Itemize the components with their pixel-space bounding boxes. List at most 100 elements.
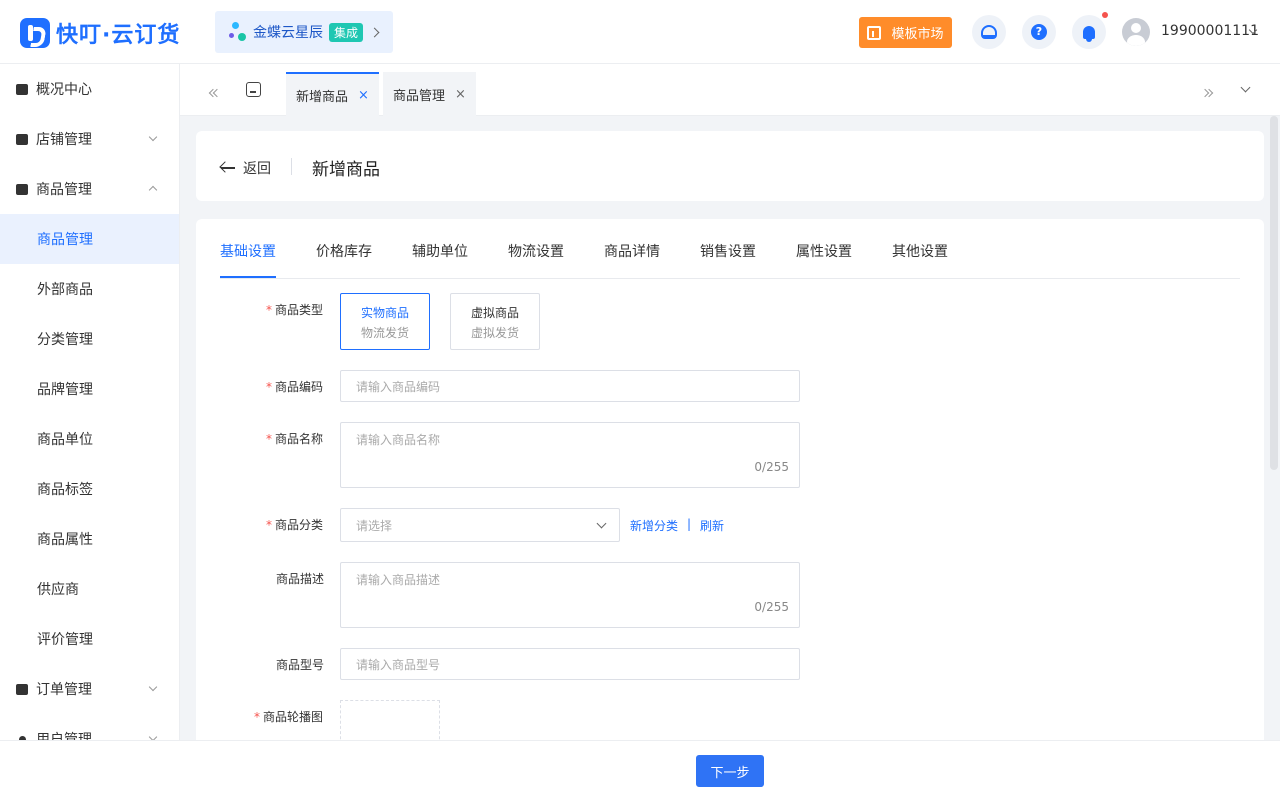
double-chevron-right-icon[interactable] <box>1200 85 1214 100</box>
sidebar-item-product-management[interactable]: 商品管理 <box>0 214 179 264</box>
form-footer: 下一步 <box>0 740 1280 800</box>
tab-logistics[interactable]: 物流设置 <box>508 241 564 261</box>
sidebar-item-reviews[interactable]: 评价管理 <box>0 614 179 664</box>
back-button[interactable]: 返回 <box>221 158 271 178</box>
clipboard-icon <box>16 683 28 695</box>
char-counter: 0/255 <box>754 460 789 474</box>
type-option-sub: 物流发货 <box>360 326 409 340</box>
sidebar-group-overview[interactable]: 概况中心 <box>0 64 179 114</box>
chevron-down-icon <box>596 518 607 529</box>
tab-label: 新增商品 <box>296 89 349 105</box>
arrow-left-icon <box>221 167 235 169</box>
type-option-physical[interactable]: 实物商品 物流发货 <box>340 293 430 350</box>
back-label: 返回 <box>243 161 271 177</box>
product-name-placeholder: 请输入商品名称 <box>356 433 441 447</box>
page-header-card: 返回 新增商品 <box>196 131 1264 201</box>
sidebar-group-products[interactable]: 商品管理 <box>0 164 179 214</box>
product-code-input[interactable]: 请输入商品编码 <box>340 370 800 402</box>
product-category-label: * 商品分类 <box>266 518 324 532</box>
sidebar-group-label: 用户管理 <box>36 732 92 740</box>
integration-badge: 集成 <box>329 22 364 42</box>
notification-button[interactable] <box>1072 15 1106 49</box>
sidebar-item-attributes[interactable]: 商品属性 <box>0 514 179 564</box>
template-market-label: 模板市场 <box>891 27 944 42</box>
top-header: 快叮·云订货 金蝶云星辰 集成 模板市场 ? 19900001111 <box>0 0 1280 64</box>
active-tab-indicator <box>220 276 276 278</box>
sidebar-group-orders[interactable]: 订单管理 <box>0 664 179 714</box>
product-model-label: 商品型号 <box>276 658 325 672</box>
product-desc-input[interactable]: 请输入商品描述 0/255 <box>340 562 800 628</box>
integration-label: 金蝶云星辰 <box>253 25 323 41</box>
question-icon: ? <box>1031 24 1047 40</box>
next-step-button[interactable]: 下一步 <box>696 755 764 787</box>
product-desc-placeholder: 请输入商品描述 <box>356 573 441 587</box>
sidebar-item-units[interactable]: 商品单位 <box>0 414 179 464</box>
type-option-sub: 虚拟发货 <box>470 326 519 340</box>
refresh-link[interactable]: 刷新 <box>700 517 724 534</box>
tab-label: 商品管理 <box>393 88 446 104</box>
tab-sales-settings[interactable]: 销售设置 <box>700 241 756 261</box>
close-icon[interactable]: × <box>358 88 369 103</box>
kingdee-integration-button[interactable]: 金蝶云星辰 集成 <box>215 11 393 53</box>
chevron-down-icon <box>148 682 158 692</box>
divider <box>291 158 292 175</box>
page-scrollbar[interactable] <box>1270 116 1278 470</box>
close-icon[interactable]: × <box>455 87 466 102</box>
category-placeholder: 请选择 <box>356 518 393 533</box>
tab-aux-units[interactable]: 辅助单位 <box>412 241 468 261</box>
tab-other-settings[interactable]: 其他设置 <box>892 241 948 261</box>
chevron-right-icon <box>369 27 380 37</box>
product-type-label: * 商品类型 <box>266 303 324 317</box>
sidebar-group-store[interactable]: 店铺管理 <box>0 114 179 164</box>
avatar[interactable] <box>1122 18 1150 46</box>
tab-product-details[interactable]: 商品详情 <box>604 241 660 261</box>
brand-logo[interactable]: 快叮·云订货 <box>20 17 180 49</box>
store-icon <box>16 133 28 145</box>
help-button[interactable]: ? <box>1022 15 1056 49</box>
type-option-title: 虚拟商品 <box>470 306 519 320</box>
sidebar-item-tags[interactable]: 商品标签 <box>0 464 179 514</box>
sidebar-item-suppliers[interactable]: 供应商 <box>0 564 179 614</box>
template-icon <box>867 25 882 40</box>
page-title: 新增商品 <box>312 160 380 180</box>
sidebar-item-external-products[interactable]: 外部商品 <box>0 264 179 314</box>
product-name-input[interactable]: 请输入商品名称 0/255 <box>340 422 800 488</box>
tab-add-product[interactable]: 新增商品 × <box>286 72 379 116</box>
notification-dot <box>1102 12 1108 18</box>
product-category-select[interactable]: 请选择 <box>340 508 620 542</box>
product-form-card: 基础设置 价格库存 辅助单位 物流设置 商品详情 销售设置 属性设置 其他设置 … <box>196 219 1264 760</box>
home-icon[interactable] <box>246 82 261 97</box>
customer-service-button[interactable] <box>972 15 1006 49</box>
sidebar-item-brands[interactable]: 品牌管理 <box>0 364 179 414</box>
kingdee-icon <box>229 21 247 43</box>
tab-basic-settings[interactable]: 基础设置 <box>220 241 276 261</box>
tab-price-stock[interactable]: 价格库存 <box>316 241 372 261</box>
form-tabs: 基础设置 价格库存 辅助单位 物流设置 商品详情 销售设置 属性设置 其他设置 <box>220 219 1240 279</box>
chevron-down-icon[interactable] <box>1240 82 1251 93</box>
user-phone[interactable]: 19900001111 <box>1161 23 1259 39</box>
sidebar-group-label: 订单管理 <box>36 682 92 698</box>
product-desc-label: 商品描述 <box>276 572 325 586</box>
link-divider: | <box>687 517 692 531</box>
briefcase-icon <box>16 183 28 195</box>
tab-product-management[interactable]: 商品管理 × <box>383 72 476 116</box>
chevron-up-icon <box>148 185 158 195</box>
type-option-virtual[interactable]: 虚拟商品 虚拟发货 <box>450 293 540 350</box>
product-code-label: * 商品编码 <box>266 380 324 394</box>
sidebar-group-label: 商品管理 <box>36 182 92 198</box>
product-model-input[interactable]: 请输入商品型号 <box>340 648 800 680</box>
tab-attribute-settings[interactable]: 属性设置 <box>796 241 852 261</box>
sidebar-item-categories[interactable]: 分类管理 <box>0 314 179 364</box>
sidebar-group-label: 店铺管理 <box>36 132 92 148</box>
add-category-link[interactable]: 新增分类 <box>630 517 678 534</box>
headset-icon <box>981 25 997 39</box>
double-chevron-left-icon[interactable] <box>208 85 222 100</box>
chevron-down-icon <box>148 132 158 142</box>
brand-logo-icon <box>20 18 50 48</box>
type-option-title: 实物商品 <box>360 306 409 320</box>
template-market-button[interactable]: 模板市场 <box>859 17 952 48</box>
lock-icon <box>16 83 28 95</box>
char-counter: 0/255 <box>754 600 789 614</box>
sidebar: 概况中心 店铺管理 商品管理 商品管理 外部商品 分类管理 品牌管理 商品单位 … <box>0 64 180 740</box>
sidebar-group-users[interactable]: 用户管理 <box>0 714 179 740</box>
